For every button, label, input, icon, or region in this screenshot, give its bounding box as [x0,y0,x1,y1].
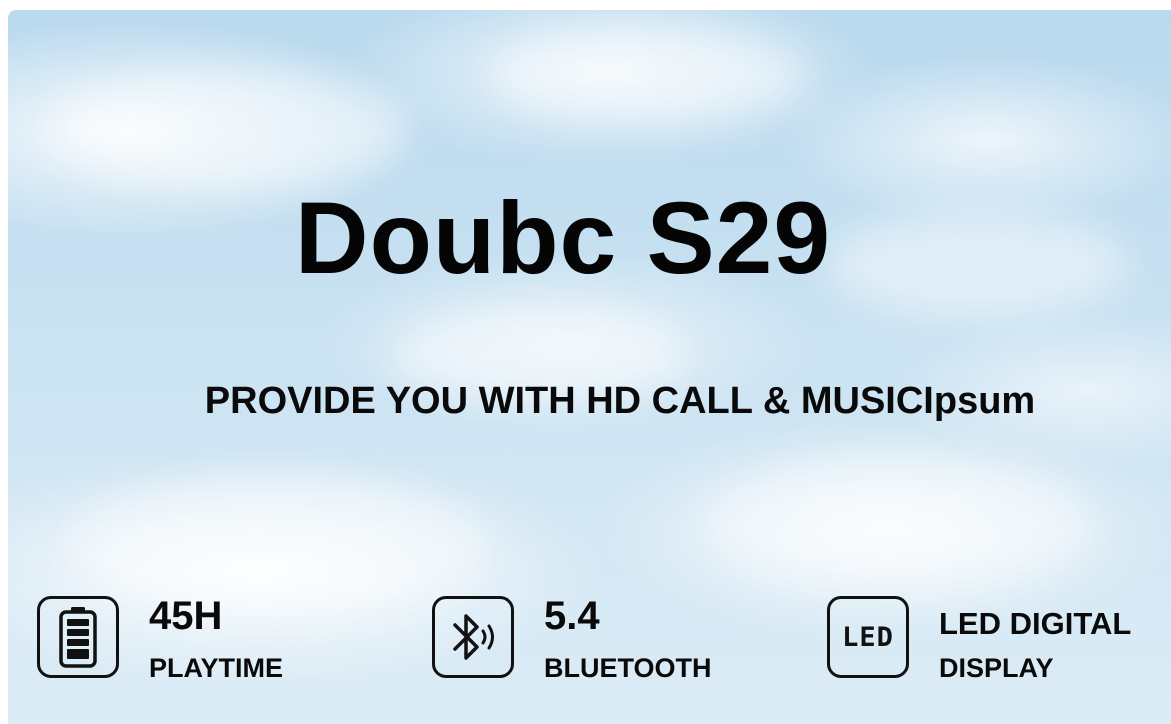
playtime-label: PLAYTIME [149,653,284,683]
feature-row: 45H PLAYTIME 5.4 BLUETOOTH LED LED DIGIT… [8,594,1171,696]
bluetooth-version: 5.4 [544,594,600,638]
bluetooth-icon [432,596,514,678]
led-icon: LED [827,596,909,678]
product-banner: Doubc S29 PROVIDE YOU WITH HD CALL & MUS… [8,10,1171,724]
cloud-decoration [48,70,408,190]
product-title: Doubc S29 [294,181,832,295]
led-icon-text: LED [842,621,894,653]
led-label: DISPLAY [939,653,1054,683]
product-tagline: PROVIDE YOU WITH HD CALL & MUSICIpsum [204,380,1036,422]
feature-bluetooth: 5.4 BLUETOOTH [432,594,752,696]
cloud-decoration [488,30,808,120]
feature-playtime: 45H PLAYTIME [37,594,337,696]
led-value: LED DIGITAL [939,606,1132,641]
feature-led-display: LED LED DIGITAL DISPLAY [827,596,1167,696]
bluetooth-label: BLUETOOTH [544,653,712,683]
battery-icon [37,596,119,678]
cloud-decoration [708,460,1088,590]
playtime-value: 45H [149,594,223,638]
